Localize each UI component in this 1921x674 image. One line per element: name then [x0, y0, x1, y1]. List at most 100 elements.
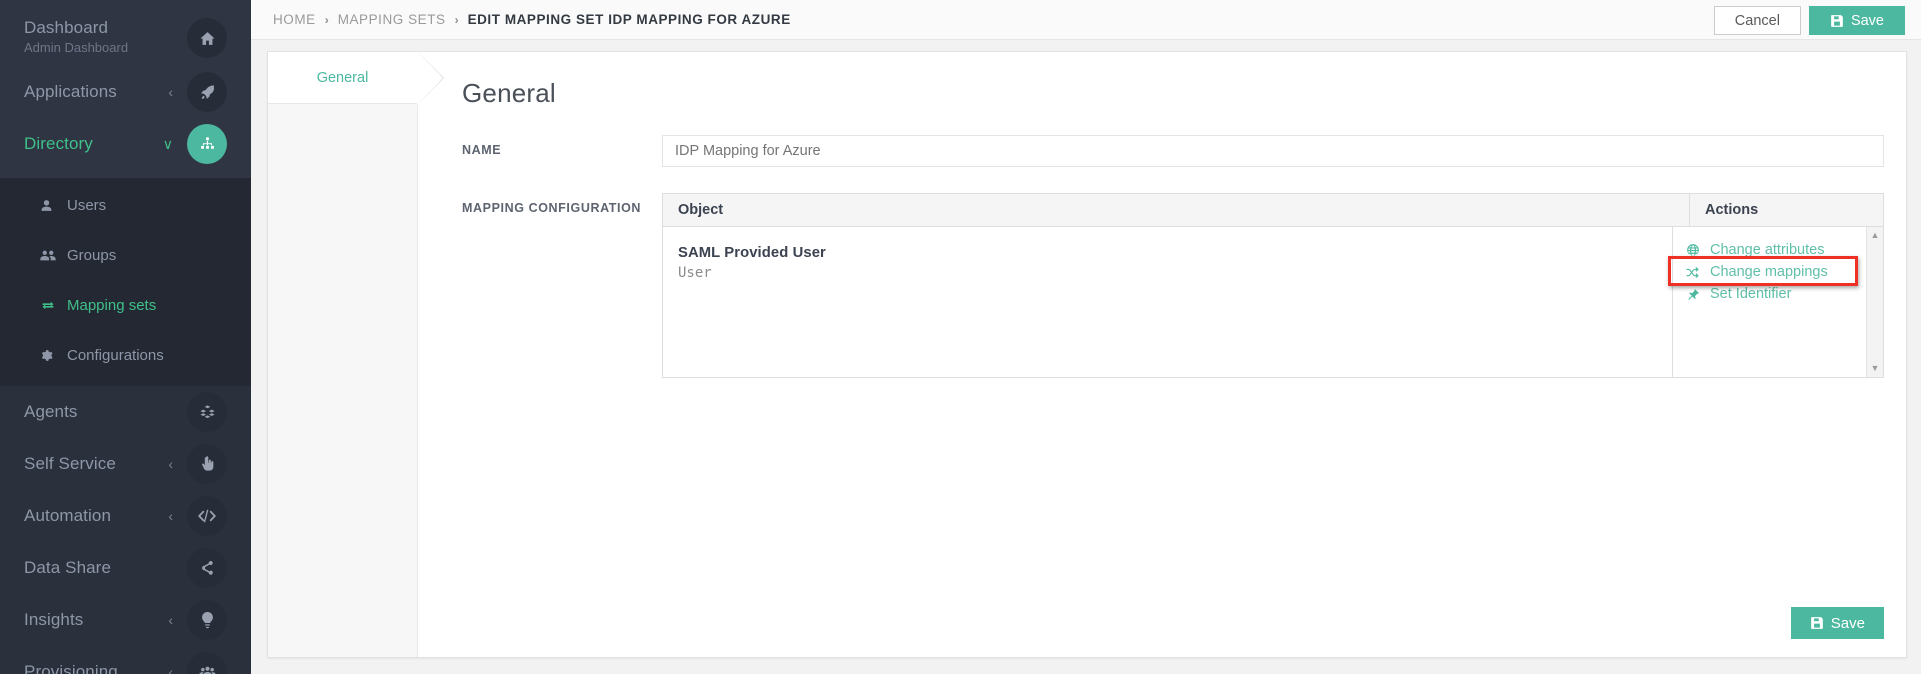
breadcrumb-item-home[interactable]: HOME [273, 12, 316, 27]
field-row-mapping-configuration: MAPPING CONFIGURATION Object Actions SAM… [418, 193, 1906, 378]
content-card: General General NAME MAPPING CONFIGURATI… [267, 51, 1907, 658]
object-title: SAML Provided User [678, 245, 826, 261]
gear-icon [40, 349, 60, 362]
share-icon [187, 548, 227, 588]
sidebar-directory-submenu: Users Groups Mapping sets Configurations [0, 178, 251, 386]
sidebar-item-mapping-sets[interactable]: Mapping sets [0, 288, 251, 322]
change-attributes-action[interactable]: Change attributes [1686, 239, 1866, 261]
sidebar-item-label: Applications [24, 81, 117, 101]
column-header-object: Object [663, 194, 1690, 226]
scroll-up-icon[interactable]: ▲ [1871, 231, 1880, 240]
exchange-icon [40, 299, 60, 312]
sidebar-item-label: Provisioning [24, 661, 118, 674]
sitemap-icon [187, 124, 227, 164]
rocket-icon [187, 72, 227, 112]
mapping-configuration-label: MAPPING CONFIGURATION [462, 201, 642, 215]
home-icon [187, 18, 227, 58]
sidebar-item-insights[interactable]: Insights ‹ [0, 594, 251, 646]
name-input[interactable] [662, 135, 1884, 167]
name-field-label: NAME [462, 143, 502, 157]
sidebar-item-label: Users [67, 196, 107, 214]
sidebar-item-label: Self Service [24, 453, 116, 473]
sidebar-item-agents[interactable]: Agents [0, 386, 251, 438]
column-header-actions: Actions [1705, 202, 1759, 218]
chevron-left-icon: ‹ [168, 84, 173, 100]
chevron-left-icon: ‹ [168, 508, 173, 524]
sidebar: Dashboard Admin Dashboard Applications ‹… [0, 0, 251, 674]
topbar: HOME › MAPPING SETS › EDIT MAPPING SET I… [251, 0, 1921, 40]
main-content: HOME › MAPPING SETS › EDIT MAPPING SET I… [251, 0, 1921, 674]
chevron-right-icon: › [454, 12, 459, 27]
sidebar-item-groups[interactable]: Groups [0, 238, 251, 272]
sidebar-item-data-share[interactable]: Data Share [0, 542, 251, 594]
user-icon [40, 199, 60, 212]
thumbtack-icon [1686, 288, 1705, 301]
grid-header: Object Actions [663, 194, 1883, 227]
change-mappings-action[interactable]: Change mappings [1686, 261, 1866, 283]
scroll-down-icon[interactable]: ▼ [1871, 364, 1880, 373]
tab-general[interactable]: General [268, 51, 444, 105]
table-row-actions-cell: Change attributes Change mappings Set Id… [1668, 227, 1866, 377]
set-identifier-action[interactable]: Set Identifier [1686, 283, 1866, 305]
breadcrumb-item-current: EDIT MAPPING SET IDP MAPPING FOR AZURE [467, 12, 791, 27]
users-icon [40, 249, 60, 262]
card-footer: Save [1790, 607, 1884, 639]
sidebar-item-configurations[interactable]: Configurations [0, 338, 251, 372]
floppy-disk-icon [1810, 617, 1823, 629]
globe-icon [1686, 243, 1705, 257]
sidebar-item-users[interactable]: Users [0, 188, 251, 222]
user-group-icon [187, 652, 227, 674]
chevron-right-icon: › [324, 12, 329, 27]
sidebar-item-label: Mapping sets [67, 296, 157, 314]
name-field-control [662, 135, 1884, 167]
sidebar-item-label: Insights [24, 609, 84, 629]
save-button[interactable]: Save [1808, 6, 1905, 35]
tab-general-label: General [316, 69, 369, 86]
sidebar-item-label: Configurations [67, 346, 164, 364]
breadcrumb-item-mapping-sets[interactable]: MAPPING SETS [338, 12, 446, 27]
sidebar-item-label: Dashboard [24, 18, 109, 37]
sidebar-item-label: Automation [24, 505, 111, 525]
sidebar-item-self-service[interactable]: Self Service ‹ [0, 438, 251, 490]
sidebar-top-group: Dashboard Admin Dashboard Applications ‹… [0, 0, 251, 178]
set-identifier-label: Set Identifier [1710, 286, 1792, 302]
sidebar-item-label: Agents [24, 401, 78, 421]
shuffle-icon [1686, 266, 1705, 279]
sidebar-bottom-group: Agents Self Service ‹ Automation ‹ Data … [0, 386, 251, 674]
sidebar-item-label: Groups [67, 246, 117, 264]
footer-save-button[interactable]: Save [1790, 607, 1884, 639]
change-attributes-label: Change attributes [1710, 242, 1825, 258]
change-mappings-label: Change mappings [1710, 264, 1828, 280]
mapping-grid: Object Actions SAML Provided User User C… [662, 193, 1884, 378]
cubes-icon [187, 392, 227, 432]
cancel-button[interactable]: Cancel [1713, 6, 1801, 35]
app-root: Dashboard Admin Dashboard Applications ‹… [0, 0, 1921, 674]
hand-pointer-icon [187, 444, 227, 484]
mapping-configuration-control: Object Actions SAML Provided User User C… [662, 193, 1884, 378]
grid-body: SAML Provided User User Change attribute… [663, 227, 1883, 377]
lightbulb-icon [187, 600, 227, 640]
sidebar-item-directory[interactable]: Directory ∨ [0, 118, 251, 170]
sidebar-item-dashboard[interactable]: Dashboard Admin Dashboard [0, 10, 251, 66]
sidebar-item-applications[interactable]: Applications ‹ [0, 66, 251, 118]
sidebar-item-label: Data Share [24, 557, 111, 577]
page-title: General [462, 78, 556, 108]
table-row-object-cell: SAML Provided User User [663, 227, 1673, 377]
sidebar-item-dashboard-text: Dashboard Admin Dashboard [24, 18, 128, 54]
sidebar-item-automation[interactable]: Automation ‹ [0, 490, 251, 542]
chevron-left-icon: ‹ [168, 456, 173, 472]
sidebar-item-label: Directory [24, 133, 93, 153]
breadcrumb: HOME › MAPPING SETS › EDIT MAPPING SET I… [273, 12, 791, 27]
floppy-disk-icon [1831, 14, 1843, 27]
code-icon [187, 496, 227, 536]
grid-vertical-scrollbar[interactable]: ▲ ▼ [1866, 227, 1883, 377]
sidebar-item-provisioning[interactable]: Provisioning ‹ [0, 646, 251, 674]
save-button-label: Save [1850, 12, 1884, 29]
footer-save-label: Save [1830, 614, 1865, 632]
chevron-down-icon: ∨ [162, 136, 173, 152]
chevron-left-icon: ‹ [168, 664, 173, 674]
form-column: General NAME MAPPING CONFIGURATION Objec… [418, 52, 1906, 657]
